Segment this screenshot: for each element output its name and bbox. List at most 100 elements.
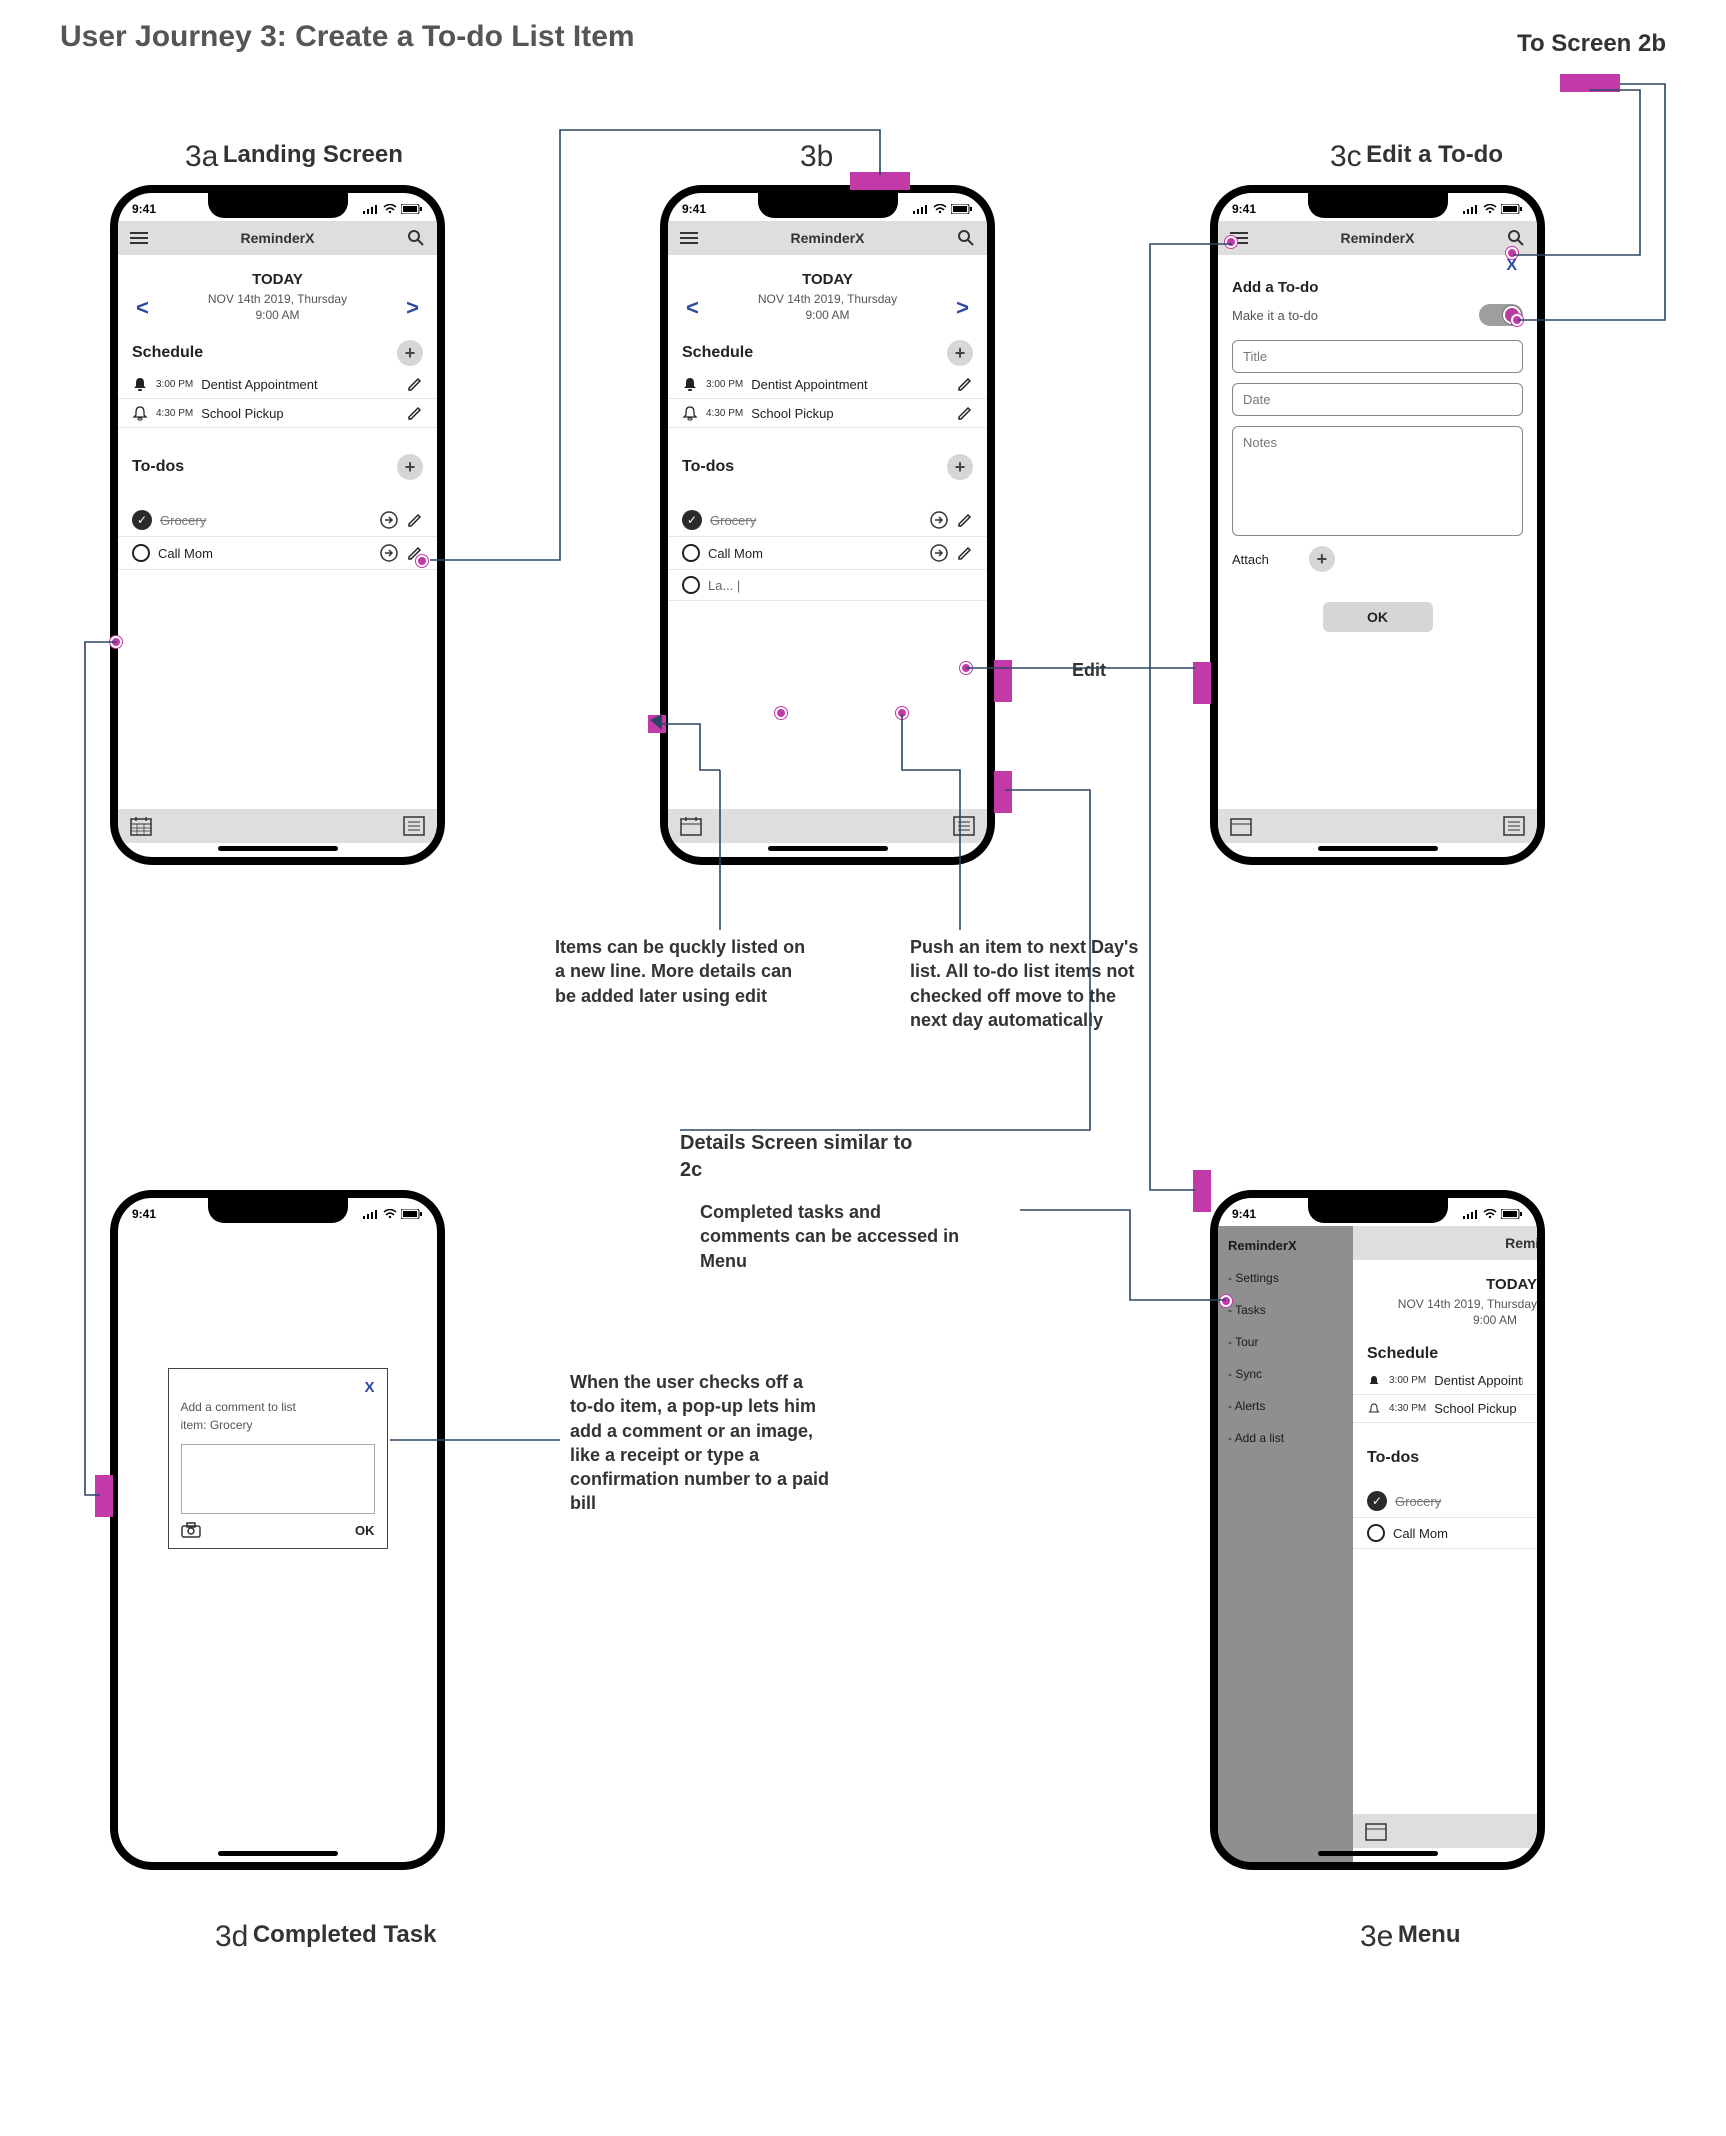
edit-icon[interactable] <box>407 405 423 421</box>
list-view-icon[interactable] <box>403 816 425 836</box>
next-day-button[interactable]: > <box>406 295 419 321</box>
schedule-row[interactable]: 3:00 PM Dentist Appointment <box>118 370 437 399</box>
add-schedule-button[interactable]: + <box>947 340 973 366</box>
today-time: 9:00 AM <box>1383 1313 1537 1327</box>
search-icon[interactable] <box>407 229 425 247</box>
edit-icon[interactable] <box>407 376 423 392</box>
prev-day-button[interactable]: < <box>686 295 699 321</box>
wifi-icon <box>383 1209 397 1219</box>
date-input[interactable]: Date <box>1232 383 1523 416</box>
checkbox-checked-icon[interactable] <box>1367 1491 1387 1511</box>
home-indicator <box>1318 1851 1438 1856</box>
attach-add-button[interactable]: + <box>1309 546 1335 572</box>
signal-icon <box>363 1209 379 1219</box>
push-next-icon[interactable] <box>379 510 399 530</box>
add-todo-button[interactable]: + <box>397 454 423 480</box>
todo-row[interactable]: Call Mom <box>668 537 987 570</box>
todo-label: Grocery <box>710 513 921 528</box>
edit-icon[interactable] <box>957 545 973 561</box>
add-todo-title: Add a To-do <box>1232 279 1523 296</box>
popup-message: Add a comment to list item: Grocery <box>181 1398 375 1434</box>
calendar-icon[interactable] <box>130 816 152 836</box>
add-todo-button[interactable]: + <box>947 454 973 480</box>
menu-item-alerts[interactable]: - Alerts <box>1228 1399 1343 1413</box>
content-under-menu: ReminderX TODAY NOV 14th 2019, Thursday … <box>1353 1226 1537 1862</box>
calendar-icon[interactable] <box>1230 816 1252 836</box>
bell-off-icon <box>1367 1402 1381 1416</box>
comment-textarea[interactable] <box>181 1444 375 1514</box>
menu-item-tasks[interactable]: - Tasks <box>1228 1303 1343 1317</box>
todo-row[interactable]: Call Mom <box>1353 1518 1537 1549</box>
todo-row[interactable]: Grocery <box>118 504 437 537</box>
phone-3c: 9:41 ReminderX X Add a To-do Make it a t… <box>1210 185 1545 865</box>
todo-row[interactable]: Call Mom <box>118 537 437 570</box>
edit-icon[interactable] <box>957 405 973 421</box>
annot-edit: Edit <box>1072 658 1106 682</box>
caption-3a: 3a Landing Screen <box>185 140 403 174</box>
edit-icon[interactable] <box>957 376 973 392</box>
comment-popup: X Add a comment to list item: Grocery OK <box>168 1368 388 1549</box>
checkbox-empty-icon[interactable] <box>682 544 700 562</box>
schedule-label-text: School Pickup <box>751 406 949 421</box>
flow-marker <box>1193 662 1211 704</box>
popup-close-button[interactable]: X <box>181 1379 375 1396</box>
wifi-icon <box>1483 1209 1497 1219</box>
flow-marker <box>648 715 666 733</box>
popup-ok-button[interactable]: OK <box>355 1523 375 1538</box>
menu-item-add-list[interactable]: - Add a list <box>1228 1431 1343 1445</box>
list-view-icon[interactable] <box>1503 816 1525 836</box>
edit-icon[interactable] <box>407 512 423 528</box>
flow-marker <box>994 771 1012 813</box>
schedule-row[interactable]: 4:30 PM School Pickup <box>118 399 437 428</box>
menu-icon[interactable] <box>680 232 698 244</box>
prev-day-button[interactable]: < <box>136 295 149 321</box>
menu-item-sync[interactable]: - Sync <box>1228 1367 1343 1381</box>
schedule-row[interactable]: 4:30 PM School Pickup <box>668 399 987 428</box>
menu-item-tour[interactable]: - Tour <box>1228 1335 1343 1349</box>
checkbox-checked-icon[interactable] <box>682 510 702 530</box>
calendar-icon[interactable] <box>1365 1821 1387 1841</box>
sb-time: 9:41 <box>682 202 706 216</box>
today-label: TODAY <box>1383 1276 1537 1293</box>
next-day-button[interactable]: > <box>956 295 969 321</box>
checkbox-empty-icon[interactable] <box>682 576 700 594</box>
flow-marker <box>850 172 910 190</box>
todo-label-typing[interactable]: La... | <box>708 578 973 593</box>
push-next-icon[interactable] <box>379 543 399 563</box>
menu-item-settings[interactable]: - Settings <box>1228 1271 1343 1285</box>
bottom-bar <box>1353 1814 1537 1848</box>
add-schedule-button[interactable]: + <box>397 340 423 366</box>
app-title: ReminderX <box>1505 1235 1545 1251</box>
camera-icon[interactable] <box>181 1522 201 1538</box>
push-next-icon[interactable] <box>929 543 949 563</box>
schedule-row[interactable]: 3:00 PM Dentist Appointment <box>668 370 987 399</box>
sb-right <box>1463 204 1523 214</box>
sb-right <box>363 204 423 214</box>
flow-marker <box>1193 1170 1211 1212</box>
schedule-label: Schedule <box>682 344 753 362</box>
push-next-icon[interactable] <box>929 510 949 530</box>
checkbox-empty-icon[interactable] <box>1367 1524 1385 1542</box>
notes-input[interactable]: Notes <box>1232 426 1523 536</box>
list-view-icon[interactable] <box>953 816 975 836</box>
checkbox-checked-icon[interactable] <box>132 510 152 530</box>
annot-details-screen: Details Screen similar to 2c <box>680 1130 940 1184</box>
bell-on-icon <box>682 376 698 392</box>
bell-on-icon <box>132 376 148 392</box>
close-button[interactable]: X <box>1506 257 1517 275</box>
checkbox-empty-icon[interactable] <box>132 544 150 562</box>
ok-button[interactable]: OK <box>1323 602 1433 632</box>
schedule-row[interactable]: 3:00 PM Dentist Appointment <box>1353 1367 1537 1395</box>
menu-icon[interactable] <box>130 232 148 244</box>
schedule-time: 3:00 PM <box>156 379 193 390</box>
todo-row-typing[interactable]: La... | <box>668 570 987 601</box>
today-block: TODAY NOV 14th 2019, Thursday 9:00 AM < … <box>668 255 987 332</box>
calendar-icon[interactable] <box>680 816 702 836</box>
todo-row[interactable]: Grocery <box>1353 1485 1537 1518</box>
title-input[interactable]: Title <box>1232 340 1523 373</box>
search-icon[interactable] <box>1507 229 1525 247</box>
schedule-row[interactable]: 4:30 PM School Pickup <box>1353 1395 1537 1423</box>
search-icon[interactable] <box>957 229 975 247</box>
todo-row[interactable]: Grocery <box>668 504 987 537</box>
edit-icon[interactable] <box>957 512 973 528</box>
